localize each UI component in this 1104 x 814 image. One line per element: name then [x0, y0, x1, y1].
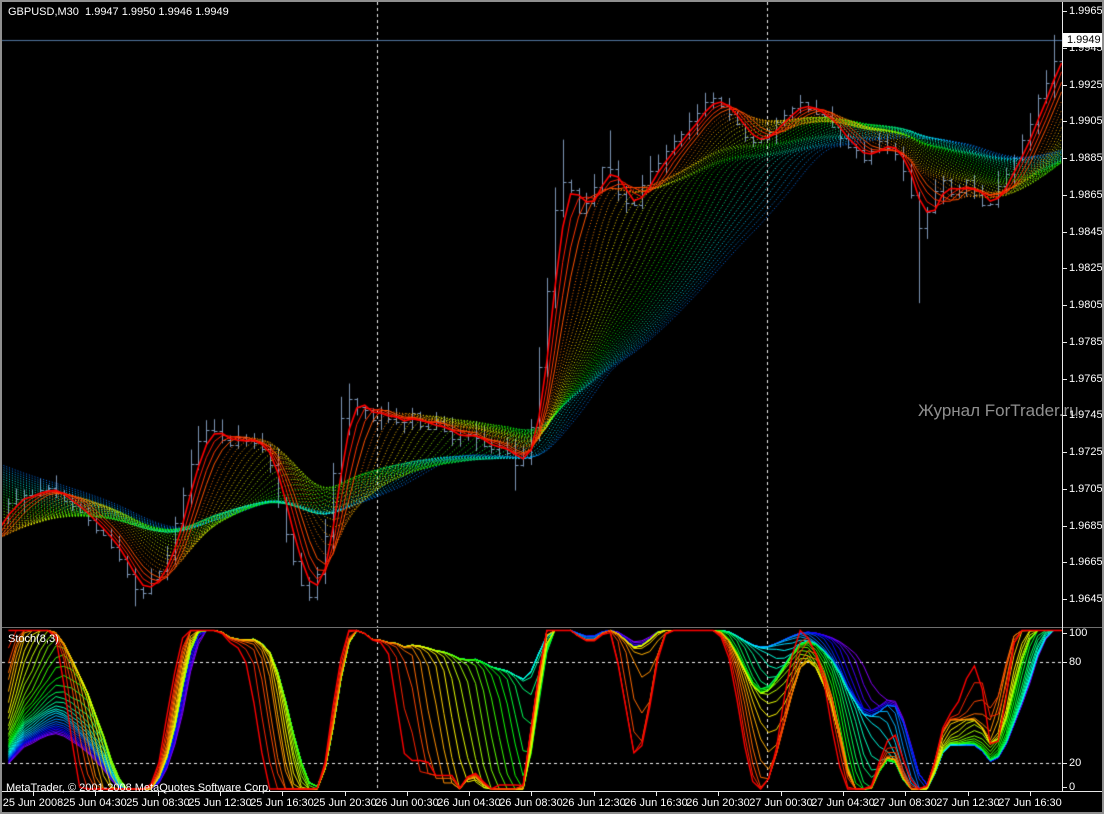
price-tick-mark	[1062, 232, 1067, 233]
price-tick-label: 1.9685	[1069, 520, 1103, 532]
stoch-tick-label: 100	[1069, 627, 1087, 639]
time-tick-mark	[1030, 792, 1031, 796]
time-tick-mark	[968, 792, 969, 796]
price-tick-label: 1.9785	[1069, 336, 1103, 348]
stoch-tick-mark	[1062, 633, 1067, 634]
time-tick-mark	[531, 792, 532, 796]
price-tick-mark	[1062, 48, 1067, 49]
time-tick-mark	[718, 792, 719, 796]
time-tick-mark	[469, 792, 470, 796]
time-tick-mark	[282, 792, 283, 796]
price-tick-mark	[1062, 121, 1067, 122]
time-label: 27 Jun 16:30	[985, 797, 1075, 809]
time-tick-mark	[905, 792, 906, 796]
price-tick-mark	[1062, 526, 1067, 527]
price-tick-label: 1.9885	[1069, 152, 1103, 164]
time-axis[interactable]: 25 Jun 200825 Jun 04:3025 Jun 08:3025 Ju…	[2, 792, 1102, 812]
price-tick-label: 1.9925	[1069, 79, 1103, 91]
stoch-tick-mark	[1062, 787, 1067, 788]
stoch-tick-mark	[1062, 763, 1067, 764]
price-tick-mark	[1062, 379, 1067, 380]
time-tick-mark	[95, 792, 96, 796]
price-tick-label: 1.9805	[1069, 299, 1103, 311]
price-tick-label: 1.9765	[1069, 373, 1103, 385]
time-tick-mark	[843, 792, 844, 796]
price-tick-label: 1.9905	[1069, 115, 1103, 127]
price-tick-mark	[1062, 85, 1067, 86]
stochastic-panel-canvas[interactable]	[2, 629, 1062, 791]
price-tick-label: 1.9825	[1069, 262, 1103, 274]
price-tick-mark	[1062, 342, 1067, 343]
time-tick-mark	[656, 792, 657, 796]
price-tick-label: 1.9845	[1069, 226, 1103, 238]
indicator-label: Stoch(8,3)	[8, 633, 59, 645]
price-tick-mark	[1062, 158, 1067, 159]
time-tick-mark	[345, 792, 346, 796]
price-tick-mark	[1062, 562, 1067, 563]
time-tick-mark	[594, 792, 595, 796]
time-tick-mark	[33, 792, 34, 796]
price-tick-mark	[1062, 415, 1067, 416]
time-tick-mark	[220, 792, 221, 796]
price-chart-canvas[interactable]	[2, 2, 1062, 628]
price-tick-label: 1.9705	[1069, 483, 1103, 495]
stoch-tick-label: 80	[1069, 656, 1081, 668]
chart-window: Журнал ForTrader.ru GBPUSD,M30 1.9947 1.…	[0, 0, 1104, 814]
price-tick-label: 1.9725	[1069, 446, 1103, 458]
chart-title: GBPUSD,M30 1.9947 1.9950 1.9946 1.9949	[8, 6, 229, 18]
price-tick-mark	[1062, 268, 1067, 269]
time-tick-mark	[158, 792, 159, 796]
price-tick-mark	[1062, 305, 1067, 306]
panel-separator[interactable]	[2, 627, 1102, 628]
stoch-tick-mark	[1062, 662, 1067, 663]
current-price-tag: 1.9949	[1063, 33, 1102, 47]
price-tick-mark	[1062, 452, 1067, 453]
price-tick-mark	[1062, 195, 1067, 196]
price-tick-label: 1.9965	[1069, 5, 1103, 17]
stochastic-axis: 10080200	[1063, 629, 1102, 791]
price-tick-label: 1.9645	[1069, 593, 1103, 605]
price-tick-label: 1.9745	[1069, 409, 1103, 421]
price-tick-mark	[1062, 599, 1067, 600]
time-tick-mark	[407, 792, 408, 796]
price-tick-mark	[1062, 11, 1067, 12]
stoch-tick-label: 20	[1069, 757, 1081, 769]
price-tick-mark	[1062, 489, 1067, 490]
price-tick-label: 1.9865	[1069, 189, 1103, 201]
price-tick-label: 1.9665	[1069, 556, 1103, 568]
time-tick-mark	[781, 792, 782, 796]
